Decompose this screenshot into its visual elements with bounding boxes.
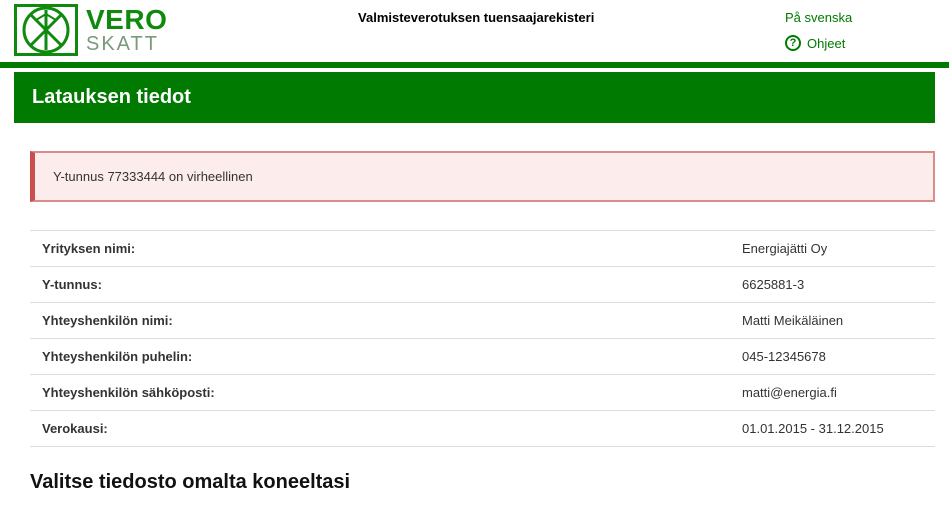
table-row: Verokausi: 01.01.2015 - 31.12.2015 xyxy=(30,411,935,447)
header: VERO SKATT Valmisteverotuksen tuensaajar… xyxy=(0,0,949,68)
header-right: På svenska ? Ohjeet xyxy=(785,4,935,51)
logo-text: VERO SKATT xyxy=(86,5,167,55)
table-row: Y-tunnus: 6625881-3 xyxy=(30,267,935,303)
help-icon: ? xyxy=(785,35,801,51)
logo-bottom-text: SKATT xyxy=(86,34,167,55)
vero-emblem-icon xyxy=(22,6,70,54)
content: Y-tunnus 77333444 on virheellinen Yrityk… xyxy=(0,123,949,494)
company-name-value: Energiajätti Oy xyxy=(730,231,935,267)
contact-email-value: matti@energia.fi xyxy=(730,375,935,411)
tax-period-label: Verokausi: xyxy=(30,411,730,447)
app-title: Valmisteverotuksen tuensaajarekisteri xyxy=(358,10,594,25)
contact-name-label: Yhteyshenkilön nimi: xyxy=(30,303,730,339)
table-row: Yhteyshenkilön sähköposti: matti@energia… xyxy=(30,375,935,411)
table-row: Yhteyshenkilön puhelin: 045-12345678 xyxy=(30,339,935,375)
contact-phone-label: Yhteyshenkilön puhelin: xyxy=(30,339,730,375)
info-table: Yrityksen nimi: Energiajätti Oy Y-tunnus… xyxy=(30,230,935,447)
business-id-value: 6625881-3 xyxy=(730,267,935,303)
contact-email-label: Yhteyshenkilön sähköposti: xyxy=(30,375,730,411)
business-id-label: Y-tunnus: xyxy=(30,267,730,303)
file-select-heading: Valitse tiedosto omalta koneeltasi xyxy=(30,471,935,494)
header-center: Valmisteverotuksen tuensaajarekisteri xyxy=(167,4,785,25)
language-link[interactable]: På svenska xyxy=(785,10,935,25)
help-link[interactable]: ? Ohjeet xyxy=(785,35,935,51)
logo-badge-icon xyxy=(14,4,78,56)
contact-name-value: Matti Meikäläinen xyxy=(730,303,935,339)
logo: VERO SKATT xyxy=(14,4,167,56)
tax-period-value: 01.01.2015 - 31.12.2015 xyxy=(730,411,935,447)
language-link-label: På svenska xyxy=(785,10,852,25)
logo-top-text: VERO xyxy=(86,5,167,34)
table-row: Yhteyshenkilön nimi: Matti Meikäläinen xyxy=(30,303,935,339)
table-row: Yrityksen nimi: Energiajätti Oy xyxy=(30,231,935,267)
company-name-label: Yrityksen nimi: xyxy=(30,231,730,267)
error-message: Y-tunnus 77333444 on virheellinen xyxy=(30,151,935,202)
page-title: Latauksen tiedot xyxy=(14,72,935,123)
help-link-label: Ohjeet xyxy=(807,36,845,51)
contact-phone-value: 045-12345678 xyxy=(730,339,935,375)
